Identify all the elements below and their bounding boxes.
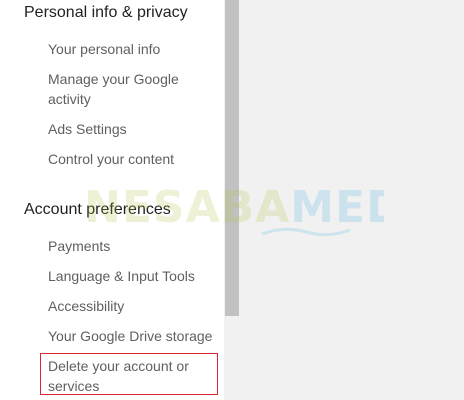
section-title-account-preferences: Account preferences xyxy=(24,201,171,218)
sidebar-item-language-input-tools[interactable]: Language & Input Tools xyxy=(48,266,216,286)
scrollbar-thumb[interactable] xyxy=(225,0,239,316)
sidebar-item-control-your-content[interactable]: Control your content xyxy=(48,149,216,169)
sidebar-item-payments[interactable]: Payments xyxy=(48,236,216,256)
sidebar-scrollbar[interactable] xyxy=(224,0,240,400)
settings-sidebar: Personal info & privacy Your personal in… xyxy=(0,0,224,400)
sidebar-item-your-personal-info[interactable]: Your personal info xyxy=(48,39,216,59)
main-content-area xyxy=(240,0,464,400)
section-title-personal-info-privacy: Personal info & privacy xyxy=(24,4,188,21)
google-account-settings-view: Personal info & privacy Your personal in… xyxy=(0,0,464,400)
sidebar-item-delete-account-or-services[interactable]: Delete your account or services xyxy=(48,356,216,396)
sidebar-item-google-drive-storage[interactable]: Your Google Drive storage xyxy=(48,326,216,346)
sidebar-item-ads-settings[interactable]: Ads Settings xyxy=(48,119,216,139)
sidebar-item-manage-google-activity[interactable]: Manage your Google activity xyxy=(48,69,216,109)
sidebar-item-accessibility[interactable]: Accessibility xyxy=(48,296,216,316)
